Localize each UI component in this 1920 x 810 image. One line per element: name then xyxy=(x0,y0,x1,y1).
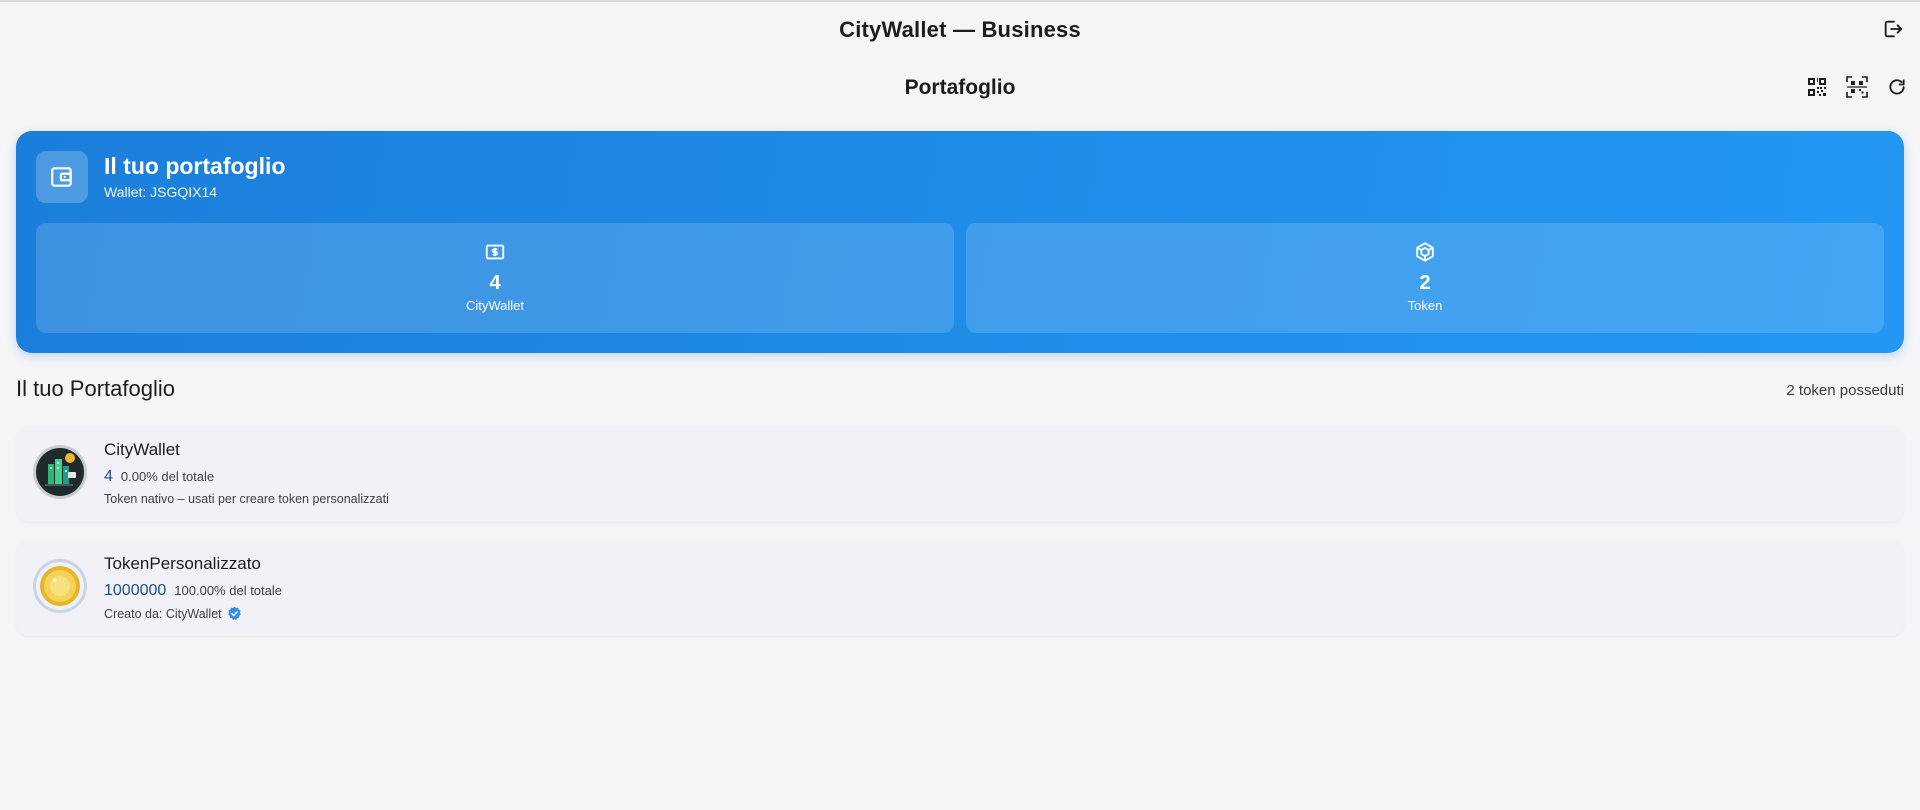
logout-icon xyxy=(1884,20,1903,38)
token-description-text: Token nativo – usati per creare token pe… xyxy=(104,492,389,506)
app-header: CityWallet — Business xyxy=(0,2,1920,58)
token-amount: 4 xyxy=(104,468,113,485)
wallet-title: Il tuo portafoglio xyxy=(104,153,286,179)
scan-qr-button[interactable] xyxy=(1844,74,1870,100)
gold-coin-logo xyxy=(32,558,88,614)
stat-value: 4 xyxy=(489,272,501,294)
token-percent: 0.00% del totale xyxy=(120,469,215,484)
cube-icon xyxy=(1413,240,1437,264)
token-description: Creato da: CityWallet xyxy=(104,606,242,621)
token-description-text: Creato da: CityWallet xyxy=(104,606,222,621)
token-description: Token nativo – usati per creare token pe… xyxy=(104,492,389,506)
wallet-id: Wallet: JSGQIX14 xyxy=(104,184,218,200)
wallet-icon xyxy=(51,167,72,187)
page-title: Portafoglio xyxy=(904,76,1016,99)
token-card-citywallet[interactable]: CityWallet 4 0.00% del totale Token nati… xyxy=(16,426,1904,522)
stat-token: 2 Token xyxy=(966,223,1884,333)
wallet-summary-card: Il tuo portafoglio Wallet: JSGQIX14 4 Ci… xyxy=(16,131,1904,353)
refresh-button[interactable] xyxy=(1884,74,1910,100)
verified-badge-icon xyxy=(227,606,241,621)
wallet-icon-box xyxy=(36,151,88,203)
logout-button[interactable] xyxy=(1880,16,1906,42)
show-qr-button[interactable] xyxy=(1804,74,1830,100)
app-title: CityWallet — Business xyxy=(839,17,1081,42)
stat-label: Token xyxy=(1407,298,1443,313)
page-header: Portafoglio xyxy=(0,68,1920,108)
citywallet-logo xyxy=(32,444,88,500)
token-card-tokenpersonalizzato[interactable]: TokenPersonalizzato 1000000 100.00% del … xyxy=(16,540,1904,636)
token-percent: 100.00% del totale xyxy=(174,583,282,598)
token-amount-row: 4 0.00% del totale xyxy=(104,468,214,486)
toolbar xyxy=(1804,74,1910,100)
token-amount-row: 1000000 100.00% del totale xyxy=(104,582,282,600)
qr-code-icon xyxy=(1808,78,1826,96)
token-name: TokenPersonalizzato xyxy=(104,554,261,573)
token-count: 2 token posseduti xyxy=(1786,382,1904,399)
token-amount: 1000000 xyxy=(104,582,167,599)
qr-scan-icon xyxy=(1846,76,1868,98)
refresh-icon xyxy=(1889,79,1905,95)
stat-label: CityWallet xyxy=(465,298,525,313)
money-icon xyxy=(483,240,507,264)
stat-citywallet: 4 CityWallet xyxy=(36,223,954,333)
portfolio-section-title: Il tuo Portafoglio xyxy=(16,376,175,401)
stat-value: 2 xyxy=(1419,272,1431,294)
token-name: CityWallet xyxy=(104,440,180,459)
